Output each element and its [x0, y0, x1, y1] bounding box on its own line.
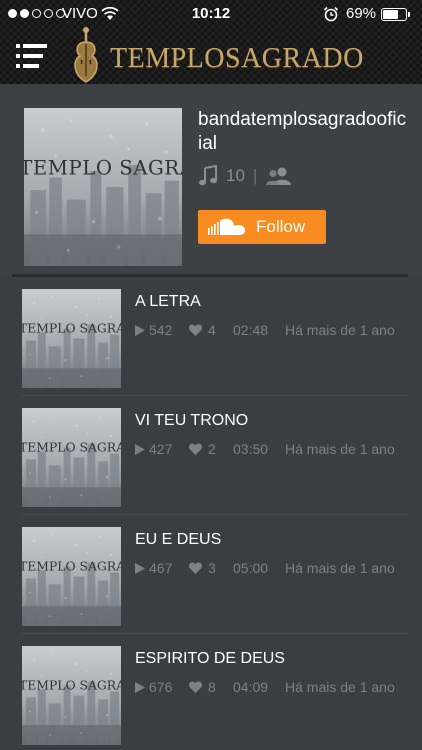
track-artwork-text: TEMPLO SAGRADO [22, 560, 121, 574]
track-row[interactable]: TEMPLO SAGRADO VI TEU TRONO 427 2 03:50 … [0, 396, 422, 515]
play-icon [135, 681, 145, 693]
track-artwork-text: TEMPLO SAGRADO [22, 441, 121, 455]
app-logo: TEMPLOSAGRADO [66, 26, 366, 84]
track-title: VI TEU TRONO [135, 412, 249, 429]
track-meta: 542 4 02:48 Há mais de 1 ano [135, 321, 395, 339]
track-row[interactable]: TEMPLO SAGRADO ESPIRITO DE DEUS 676 8 04… [0, 634, 422, 750]
soundcloud-icon [208, 218, 245, 235]
track-artwork: TEMPLO SAGRADO [22, 408, 121, 507]
profile-username: bandatemplosagradooficial [198, 109, 407, 154]
track-meta: 467 3 05:00 Há mais de 1 ano [135, 559, 395, 577]
track-meta: 427 2 03:50 Há mais de 1 ano [135, 440, 395, 458]
track-title: EU E DEUS [135, 531, 222, 548]
track-plays: 467 [135, 560, 189, 576]
track-likes: 8 [189, 679, 233, 695]
track-title: ESPIRITO DE DEUS [135, 650, 285, 667]
track-age: Há mais de 1 ano [285, 679, 395, 695]
battery-percent: 69% [346, 5, 377, 22]
music-note-icon [199, 165, 217, 186]
track-artwork-text: TEMPLO SAGRADO [22, 322, 121, 336]
track-row[interactable]: TEMPLO SAGRADO A LETRA 542 4 02:48 Há ma… [0, 277, 422, 396]
heart-icon [189, 681, 202, 693]
track-artwork: TEMPLO SAGRADO [22, 646, 121, 745]
logo-text: TEMPLOSAGRADO [110, 43, 364, 74]
track-artwork: TEMPLO SAGRADO [22, 289, 121, 388]
track-likes: 4 [189, 322, 233, 338]
track-artwork: TEMPLO SAGRADO [22, 527, 121, 626]
alarm-clock-icon [323, 6, 339, 22]
profile-artwork[interactable]: TEMPLO SAGRADO [24, 108, 182, 266]
play-count: 676 [149, 679, 173, 695]
track-age: Há mais de 1 ano [285, 322, 395, 338]
track-meta: 676 8 04:09 Há mais de 1 ano [135, 678, 395, 696]
follow-button[interactable]: Follow [198, 210, 326, 244]
track-plays: 676 [135, 679, 189, 695]
track-likes: 2 [189, 441, 233, 457]
followers-icon [266, 167, 292, 185]
track-duration: 05:00 [233, 560, 269, 576]
menu-button[interactable] [16, 44, 48, 68]
play-count: 427 [149, 441, 173, 457]
violin-logo-icon [74, 27, 98, 83]
track-age: Há mais de 1 ano [285, 441, 395, 457]
artist-profile: TEMPLO SAGRADO bandatemplosagradooficial… [0, 84, 422, 276]
track-row[interactable]: TEMPLO SAGRADO EU E DEUS 467 3 05:00 Há … [0, 515, 422, 634]
track-age: Há mais de 1 ano [285, 560, 395, 576]
status-bar: VIVO 10:12 69% [0, 0, 422, 28]
play-icon [135, 443, 145, 455]
play-count: 467 [149, 560, 173, 576]
like-count: 2 [208, 441, 216, 457]
like-count: 4 [208, 322, 216, 338]
play-count: 542 [149, 322, 173, 338]
play-icon [135, 562, 145, 574]
stats-separator: | [252, 166, 258, 185]
track-artwork-text: TEMPLO SAGRADO [22, 679, 121, 693]
heart-icon [189, 443, 202, 455]
track-duration: 03:50 [233, 441, 269, 457]
track-likes: 3 [189, 560, 233, 576]
heart-icon [189, 324, 202, 336]
play-icon [135, 324, 145, 336]
app-header: VIVO 10:12 69% TEMPLOSAGRADO [0, 0, 422, 84]
battery-icon [381, 8, 410, 21]
track-plays: 427 [135, 441, 189, 457]
track-duration: 02:48 [233, 322, 269, 338]
profile-artwork-text: TEMPLO SAGRADO [24, 156, 182, 179]
profile-stats: 10 | [198, 164, 293, 188]
track-title: A LETRA [135, 293, 201, 310]
follow-button-label: Follow [256, 217, 306, 236]
track-count: 10 [226, 166, 245, 185]
like-count: 8 [208, 679, 216, 695]
track-duration: 04:09 [233, 679, 269, 695]
hamburger-menu-icon [16, 44, 47, 68]
heart-icon [189, 562, 202, 574]
like-count: 3 [208, 560, 216, 576]
track-plays: 542 [135, 322, 189, 338]
